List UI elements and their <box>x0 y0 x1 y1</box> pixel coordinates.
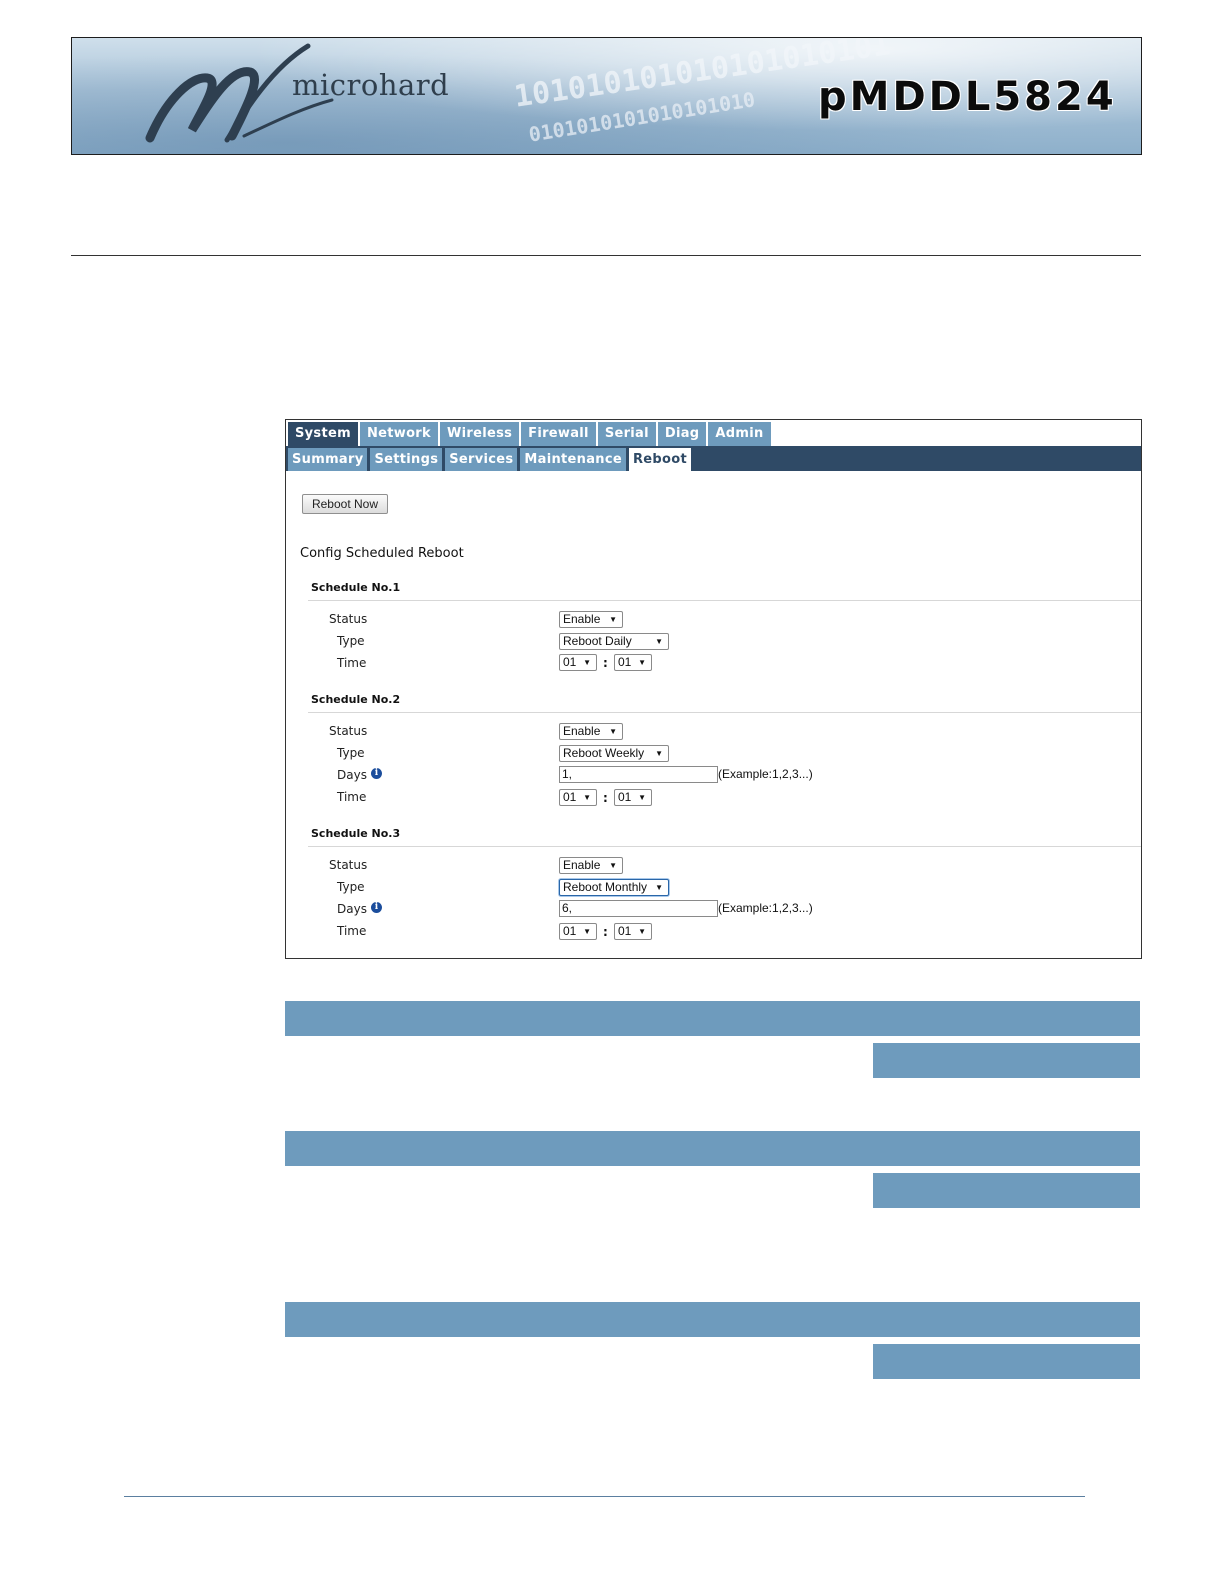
schedule-2-minute-select[interactable]: 01 ▼ <box>614 789 652 806</box>
days-label: Days <box>337 768 367 782</box>
select-value: Enable <box>563 724 601 738</box>
time-separator: : <box>603 925 608 939</box>
schedule-1-title: Schedule No.1 <box>311 581 401 594</box>
schedule-2-status-select[interactable]: Enable ▼ <box>559 723 623 740</box>
select-value: 01 <box>563 790 577 804</box>
chevron-down-icon: ▼ <box>655 637 663 646</box>
tab-diag[interactable]: Diag <box>657 422 707 446</box>
schedule-2-days-input[interactable]: 1, <box>559 766 718 783</box>
table-header-bar <box>285 1001 1140 1036</box>
type-label: Type <box>337 746 365 760</box>
info-icon[interactable]: i <box>371 902 382 913</box>
divider <box>308 712 1141 713</box>
days-example-hint: (Example:1,2,3...) <box>718 767 813 781</box>
schedule-1-minute-select[interactable]: 01 ▼ <box>614 654 652 671</box>
schedule-3-hour-select[interactable]: 01 ▼ <box>559 923 597 940</box>
tab-admin[interactable]: Admin <box>708 422 771 446</box>
reboot-now-button[interactable]: Reboot Now <box>302 494 388 514</box>
chevron-down-icon: ▼ <box>655 749 663 758</box>
tab-serial[interactable]: Serial <box>597 422 656 446</box>
tab-firewall[interactable]: Firewall <box>521 422 596 446</box>
footer-divider <box>124 1496 1085 1497</box>
schedule-1-type-select[interactable]: Reboot Daily ▼ <box>559 633 669 650</box>
table-value-bar <box>873 1173 1140 1208</box>
time-separator: : <box>603 791 608 805</box>
chevron-down-icon: ▼ <box>609 861 617 870</box>
status-label: Status <box>329 858 368 872</box>
chevron-down-icon: ▼ <box>583 927 591 936</box>
tab-wireless[interactable]: Wireless <box>439 422 520 446</box>
schedule-1-status-select[interactable]: Enable ▼ <box>559 611 623 628</box>
status-label: Status <box>329 612 368 626</box>
chevron-down-icon: ▼ <box>638 793 646 802</box>
days-example-hint: (Example:1,2,3...) <box>718 901 813 915</box>
divider <box>308 846 1141 847</box>
subtab-services[interactable]: Services <box>445 448 518 471</box>
select-value: 01 <box>618 790 632 804</box>
chevron-down-icon: ▼ <box>638 927 646 936</box>
schedule-2-title: Schedule No.2 <box>311 693 401 706</box>
schedule-3-type-select[interactable]: Reboot Monthly ▼ <box>559 879 669 896</box>
schedule-3-status-select[interactable]: Enable ▼ <box>559 857 623 874</box>
select-value: 01 <box>563 655 577 669</box>
type-label: Type <box>337 880 365 894</box>
schedule-1-hour-select[interactable]: 01 ▼ <box>559 654 597 671</box>
table-value-bar <box>873 1344 1140 1379</box>
chevron-down-icon: ▼ <box>638 658 646 667</box>
table-header-bar <box>285 1302 1140 1337</box>
select-value: Reboot Monthly <box>563 880 648 894</box>
table-header-bar <box>285 1131 1140 1166</box>
tab-network[interactable]: Network <box>359 422 438 446</box>
select-value: Reboot Weekly <box>563 746 645 760</box>
time-separator: : <box>603 656 608 670</box>
info-icon[interactable]: i <box>371 768 382 779</box>
chevron-down-icon: ▼ <box>609 727 617 736</box>
days-label: Days <box>337 902 367 916</box>
brand-name: microhard <box>292 68 450 102</box>
schedule-2-hour-select[interactable]: 01 ▼ <box>559 789 597 806</box>
tab-system[interactable]: System <box>288 422 358 446</box>
chevron-down-icon: ▼ <box>583 793 591 802</box>
schedule-3-title: Schedule No.3 <box>311 827 401 840</box>
chevron-down-icon: ▼ <box>655 883 663 892</box>
type-label: Type <box>337 634 365 648</box>
subtab-maintenance[interactable]: Maintenance <box>520 448 626 471</box>
select-value: Enable <box>563 858 601 872</box>
select-value: 01 <box>618 924 632 938</box>
time-label: Time <box>337 656 367 670</box>
product-name: pMDDL5824 <box>818 74 1117 120</box>
web-ui-panel: System Network Wireless Firewall Serial … <box>285 419 1142 959</box>
subtab-summary[interactable]: Summary <box>288 448 368 471</box>
sub-tab-bar: Summary Settings Services Maintenance Re… <box>288 446 694 471</box>
chevron-down-icon: ▼ <box>583 658 591 667</box>
time-label: Time <box>337 790 367 804</box>
divider <box>308 600 1141 601</box>
table-value-bar <box>873 1043 1140 1078</box>
time-label: Time <box>337 924 367 938</box>
schedule-3-days-input[interactable]: 6, <box>559 900 718 917</box>
select-value: 01 <box>618 655 632 669</box>
section-title: Config Scheduled Reboot <box>300 546 464 561</box>
select-value: Reboot Daily <box>563 634 632 648</box>
main-tab-bar: System Network Wireless Firewall Serial … <box>288 422 773 446</box>
header-banner: microhard 101010101010101010101 01010101… <box>71 37 1142 155</box>
subtab-settings[interactable]: Settings <box>370 448 443 471</box>
select-value: Enable <box>563 612 601 626</box>
select-value: 01 <box>563 924 577 938</box>
subtab-reboot[interactable]: Reboot <box>628 448 691 471</box>
schedule-3-minute-select[interactable]: 01 ▼ <box>614 923 652 940</box>
status-label: Status <box>329 724 368 738</box>
chevron-down-icon: ▼ <box>609 615 617 624</box>
header-divider <box>71 255 1141 256</box>
schedule-2-type-select[interactable]: Reboot Weekly ▼ <box>559 745 669 762</box>
